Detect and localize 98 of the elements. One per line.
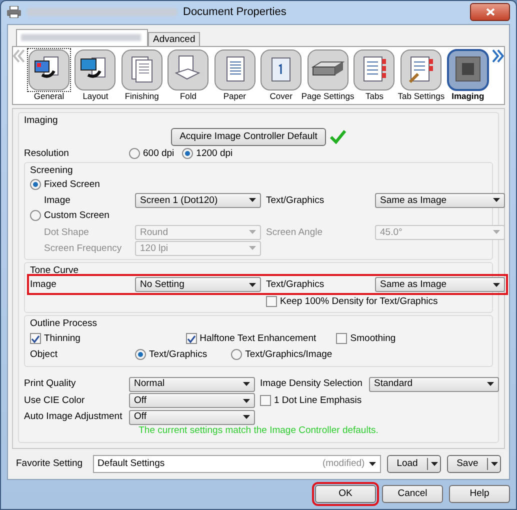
computer-document-icon [28, 48, 70, 91]
dropdown[interactable]: Same as Image [375, 192, 505, 208]
printer-icon [7, 6, 21, 18]
field-label: Auto Image Adjustment [24, 411, 124, 423]
checkmark-icon [330, 130, 346, 144]
paper-icon [214, 48, 256, 91]
checkbox[interactable] [260, 395, 271, 406]
field-label: Dot Shape [44, 226, 90, 238]
dropdown[interactable]: Screen 1 (Dot120) [135, 192, 261, 208]
caret-icon [243, 382, 250, 386]
field-label: Resolution [24, 148, 70, 160]
caret-icon [487, 382, 494, 386]
field-label: Image Density Selection [260, 378, 364, 390]
checkmark-icon [31, 334, 40, 343]
caret-icon [249, 282, 256, 287]
dialog-button[interactable]: Help [449, 485, 510, 503]
caret-icon [488, 462, 500, 466]
category-tab[interactable]: General [26, 48, 72, 102]
field-label: Image [30, 279, 58, 290]
paper-stack-icon [306, 48, 349, 91]
caret-icon [249, 230, 256, 234]
dialog-button[interactable]: Cancel [382, 485, 443, 503]
dropdown[interactable]: No Setting [135, 277, 261, 292]
dropdown[interactable]: Off [129, 393, 255, 408]
field-label: Text/Graphics [266, 279, 326, 290]
close-button[interactable] [470, 3, 510, 22]
chevron-right-icon[interactable] [492, 48, 504, 63]
checkbox-label[interactable]: Halftone Text Enhancement [200, 332, 316, 344]
caret-icon [493, 230, 500, 234]
field-label: Text/Graphics [266, 194, 326, 206]
checkbox-label[interactable]: Keep 100% Density for Text/Graphics [280, 296, 438, 307]
tab[interactable]: Advanced [148, 32, 200, 46]
group-title: Screening [30, 164, 73, 176]
radio-label[interactable]: 1200 dpi [196, 148, 233, 160]
radio-label[interactable]: 600 dpi [143, 148, 174, 160]
chevron-left-icon[interactable] [13, 48, 25, 63]
field-label: Screen Frequency [44, 242, 123, 254]
checkbox[interactable] [186, 333, 197, 344]
radio-button[interactable] [30, 210, 41, 222]
folded-paper-icon [167, 48, 210, 91]
checkbox-label[interactable]: 1 Dot Line Emphasis [274, 394, 362, 406]
status-message: The current settings match the Image Controller defaults. [138, 424, 380, 436]
dialog-button[interactable]: OK [315, 485, 376, 503]
radio-button[interactable] [30, 179, 41, 190]
category-tab[interactable]: Paper [212, 48, 257, 102]
radio-button[interactable] [182, 148, 194, 160]
close-icon [486, 8, 494, 16]
checkbox[interactable] [30, 333, 41, 344]
group-title: Tone Curve [30, 264, 79, 276]
square-icon [446, 48, 489, 91]
caret-icon [368, 462, 376, 466]
category-tab[interactable]: Finishing [120, 48, 164, 102]
checkbox[interactable] [336, 333, 348, 344]
category-tab[interactable]: Tab Settings [398, 48, 444, 102]
radio-button[interactable] [129, 148, 140, 160]
radio-label[interactable]: Text/Graphics/Image [245, 348, 332, 360]
field-label: Favorite Setting [16, 458, 83, 470]
dropdown[interactable]: Same as Image [375, 277, 505, 292]
favorite-dropdown[interactable]: Default Settings (modified) [92, 455, 381, 473]
numbered-page-icon [260, 48, 302, 91]
stapled-pages-icon [120, 48, 163, 91]
dropdown[interactable]: Off [129, 410, 255, 425]
checkbox-label[interactable]: Smoothing [350, 332, 396, 344]
tabbed-page-icon [353, 48, 396, 91]
group-title: Outline Process [30, 318, 98, 330]
radio-button[interactable] [135, 349, 146, 360]
caret-icon [249, 246, 256, 250]
checkbox[interactable] [266, 296, 277, 307]
category-tab[interactable]: Imaging [446, 48, 490, 102]
field-label: Image [44, 194, 72, 206]
radio-label[interactable]: Text/Graphics [149, 348, 208, 360]
tabbed-page-wrench-icon [400, 48, 442, 91]
category-tab[interactable]: Cover [258, 48, 304, 102]
checkbox-label[interactable]: Thinning [44, 332, 80, 344]
monitor-document-icon [74, 48, 116, 91]
field-label: Print Quality [24, 378, 77, 390]
window-title: Document Properties [183, 6, 286, 20]
caret-icon [243, 415, 250, 420]
split-button[interactable]: Load [386, 455, 441, 473]
caret-icon [493, 282, 500, 287]
field-label: Screen Angle [266, 226, 324, 238]
radio-label[interactable]: Custom Screen [44, 210, 110, 222]
radio-button[interactable] [231, 349, 242, 360]
checkmark-icon [186, 334, 196, 343]
category-tab[interactable]: Fold [166, 48, 210, 102]
dropdown[interactable]: Normal [129, 376, 255, 392]
caret-icon [249, 198, 256, 202]
dropdown[interactable]: Standard [369, 376, 499, 392]
category-tab[interactable]: Layout [73, 48, 118, 102]
field-label: Use CIE Color [24, 394, 86, 406]
acquire-button[interactable]: Acquire Image Controller Default [170, 128, 326, 146]
caret-icon [493, 198, 500, 202]
tab[interactable] [16, 28, 148, 46]
split-button[interactable]: Save [446, 455, 501, 473]
radio-label[interactable]: Fixed Screen [44, 179, 100, 191]
group-title: Imaging [24, 115, 59, 127]
field-label: Object [30, 348, 58, 360]
caret-icon [243, 398, 250, 403]
